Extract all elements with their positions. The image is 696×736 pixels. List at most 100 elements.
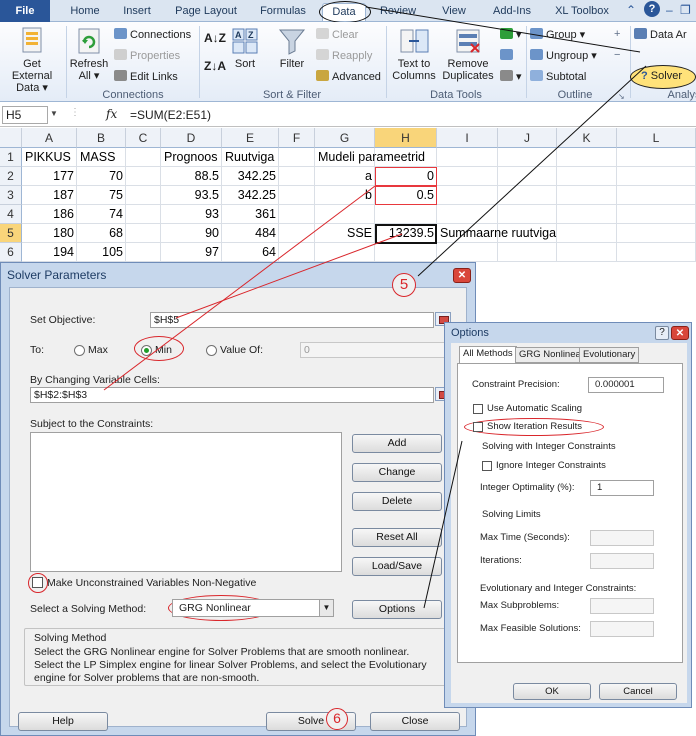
tab-insert[interactable]: Insert [112,3,162,21]
cell-g1[interactable]: Mudeli parameetrid [315,148,428,167]
advanced-filter-button[interactable]: Advanced [316,70,381,84]
show-detail-icon[interactable]: + [614,28,620,41]
cell-b3[interactable]: 75 [77,186,126,205]
nonneg-checkbox[interactable] [32,577,43,588]
iterations-input[interactable] [590,553,654,569]
column-header-j[interactable]: J [498,128,557,148]
value-of-radio[interactable] [206,345,217,356]
cell-d2[interactable]: 88.5 [161,167,222,186]
cell-e2[interactable]: 342.25 [222,167,279,186]
column-header-l[interactable]: L [617,128,696,148]
column-header-a[interactable]: A [22,128,77,148]
tab-review[interactable]: Review [372,3,424,21]
data-analysis-button[interactable]: Data Ar [634,28,687,42]
refresh-all-button[interactable]: Refresh All ▾ [68,26,110,82]
help-question-icon[interactable]: ? [655,326,669,340]
text-to-columns-button[interactable]: Text to Columns [390,26,438,82]
cell-g2[interactable]: a [315,167,375,186]
cell-b1[interactable]: MASS [77,148,126,167]
add-button[interactable]: Add [352,434,442,453]
tab-formulas[interactable]: Formulas [252,3,314,21]
row-header-6[interactable]: 6 [0,243,22,262]
cell-b6[interactable]: 105 [77,243,126,262]
clear-filter-button[interactable]: Clear [316,28,358,42]
cell-i5[interactable]: Summaarne ruutviga [437,224,559,243]
remove-duplicates-button[interactable]: Remove Duplicates [440,26,496,82]
cell-e5[interactable]: 484 [222,224,279,243]
cell-a1[interactable]: PIKKUS [22,148,77,167]
column-header-b[interactable]: B [77,128,126,148]
active-cell-h5[interactable] [375,224,437,244]
name-box[interactable]: H5 [2,106,48,124]
filter-button[interactable]: Filter [272,26,312,70]
help-button[interactable]: Help [18,712,108,731]
integer-optimality-input[interactable]: 1 [590,480,654,496]
change-button[interactable]: Change [352,463,442,482]
sort-ascending-button[interactable]: A↓Z [204,32,226,45]
tab-evolutionary[interactable]: Evolutionary [579,347,640,363]
column-header-g[interactable]: G [315,128,375,148]
auto-scaling-checkbox[interactable] [473,404,483,414]
ignore-integer-checkbox[interactable] [482,461,492,471]
max-subproblems-input[interactable] [590,598,654,614]
what-if-analysis-button[interactable]: ▾ [500,70,522,84]
constraints-list[interactable] [30,432,342,572]
tab-add-ins[interactable]: Add-Ins [484,3,540,21]
tab-xl-toolbox[interactable]: XL Toolbox [550,3,614,21]
cell-d5[interactable]: 90 [161,224,222,243]
row-header-5[interactable]: 5 [0,224,22,243]
tab-all-methods[interactable]: All Methods [459,346,517,364]
close-icon[interactable]: ✕ [453,268,471,283]
close-icon[interactable]: ✕ [671,326,689,340]
show-iterations-checkbox[interactable] [473,422,483,432]
formula-text[interactable]: =SUM(E2:E51) [130,108,211,122]
row-header-3[interactable]: 3 [0,186,22,205]
max-time-input[interactable] [590,530,654,546]
name-box-dropdown-icon[interactable]: ▼ [50,109,58,118]
get-external-data-button[interactable]: Get External Data ▾ [2,26,62,94]
row-header-4[interactable]: 4 [0,205,22,224]
ungroup-button[interactable]: Ungroup ▾ [530,49,597,63]
column-header-d[interactable]: D [161,128,222,148]
column-header-i[interactable]: I [437,128,498,148]
row-header-1[interactable]: 1 [0,148,22,167]
column-header-e[interactable]: E [222,128,279,148]
objective-input[interactable]: $H$5 [150,312,434,328]
close-button[interactable]: Close [370,712,460,731]
group-button[interactable]: Group ▾ [530,28,585,42]
cancel-button[interactable]: Cancel [599,683,677,700]
solving-method-select[interactable]: GRG Nonlinear ▼ [172,599,334,617]
consolidate-button[interactable] [500,49,516,63]
insert-function-icon[interactable]: fx [106,107,117,121]
connections-button[interactable]: Connections [114,28,191,42]
column-header-k[interactable]: K [557,128,617,148]
tab-home[interactable]: Home [60,3,110,21]
cell-a2[interactable]: 177 [22,167,77,186]
cell-b4[interactable]: 74 [77,205,126,224]
cell-e6[interactable]: 64 [222,243,279,262]
options-button[interactable]: Options [352,600,442,619]
min-radio[interactable] [141,345,152,356]
cell-a4[interactable]: 186 [22,205,77,224]
data-validation-button[interactable]: ▾ [500,28,522,42]
cell-b2[interactable]: 70 [77,167,126,186]
cell-d4[interactable]: 93 [161,205,222,224]
tab-file[interactable]: File [0,0,50,22]
column-header-c[interactable]: C [126,128,161,148]
cell-e3[interactable]: 342.25 [222,186,279,205]
max-radio[interactable] [74,345,85,356]
value-of-input[interactable]: 0 [300,342,452,358]
cell-d6[interactable]: 97 [161,243,222,262]
tab-grg-nonlinear[interactable]: GRG Nonlinear [515,347,588,363]
row-header-2[interactable]: 2 [0,167,22,186]
outline-dialog-launcher-icon[interactable]: ↘ [618,90,625,103]
window-restore-icon[interactable]: ❐ [680,3,691,17]
minimize-ribbon-icon[interactable]: ⌃ [626,3,636,17]
ok-button[interactable]: OK [513,683,591,700]
sort-button[interactable]: AZ Sort [228,26,262,70]
cell-d3[interactable]: 93.5 [161,186,222,205]
tab-view[interactable]: View [432,3,476,21]
sort-descending-button[interactable]: Z↓A [204,60,226,73]
reapply-button[interactable]: Reapply [316,49,372,63]
properties-button[interactable]: Properties [114,49,180,63]
